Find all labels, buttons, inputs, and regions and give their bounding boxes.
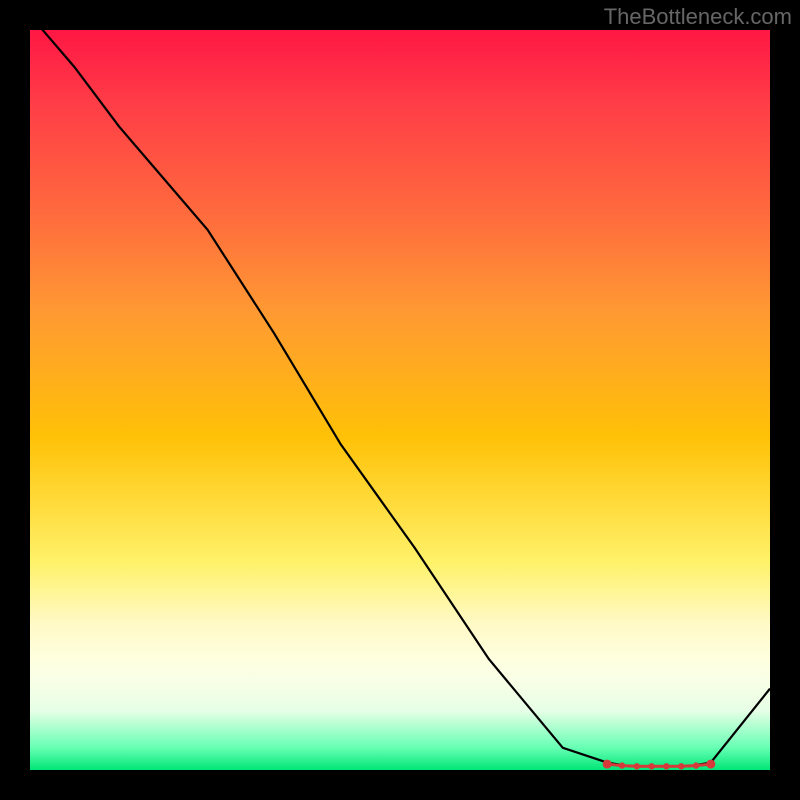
- optimum-marker: [706, 760, 715, 769]
- optimum-connector: [681, 766, 696, 767]
- chart-canvas: TheBottleneck.com: [0, 0, 800, 800]
- overlay-svg: [30, 30, 770, 770]
- optimum-marker: [693, 762, 699, 768]
- optimum-marker: [634, 763, 640, 769]
- optimum-connector: [696, 764, 711, 766]
- bottleneck-curve: [30, 30, 770, 766]
- optimum-marker: [663, 763, 669, 769]
- optimum-marker: [648, 763, 654, 769]
- heat-background: [30, 30, 770, 770]
- optimum-marker: [678, 763, 684, 769]
- optimum-marker: [619, 762, 625, 768]
- attribution-text: TheBottleneck.com: [604, 4, 792, 30]
- optimum-connector: [622, 766, 637, 767]
- optimum-markers: [603, 760, 716, 770]
- optimum-connector: [607, 764, 622, 766]
- optimum-marker: [603, 760, 612, 769]
